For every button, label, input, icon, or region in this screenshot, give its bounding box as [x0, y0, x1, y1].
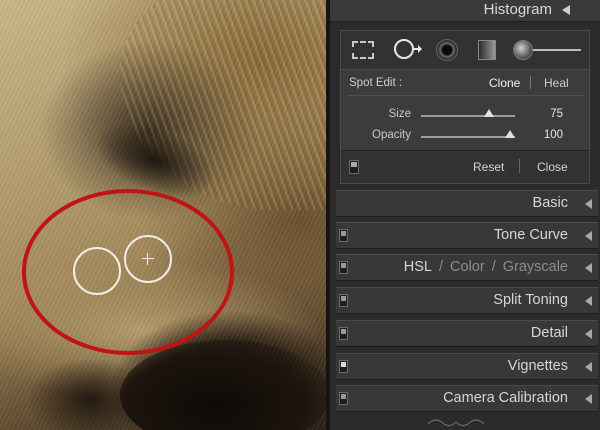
mode-divider [530, 76, 531, 89]
heal-mode-button[interactable]: Heal [544, 76, 569, 90]
tool-strip [341, 31, 589, 69]
close-button[interactable]: Close [537, 160, 568, 174]
histogram-header[interactable]: Histogram [330, 0, 600, 22]
photo-canvas[interactable] [0, 0, 326, 430]
section-toggle-switch[interactable] [339, 261, 348, 274]
section-toggle-switch[interactable] [339, 392, 348, 405]
grayscale-tab[interactable]: Grayscale [503, 259, 568, 275]
collapse-triangle-icon[interactable] [585, 329, 592, 339]
section-basic[interactable]: Basic [336, 190, 598, 217]
size-slider-thumb[interactable] [483, 109, 494, 117]
collapse-triangle-icon[interactable] [585, 199, 592, 209]
section-toggle-switch[interactable] [339, 229, 348, 242]
size-value[interactable]: 75 [537, 108, 563, 120]
adjustment-brush-icon[interactable] [511, 37, 583, 63]
spot-removal-icon[interactable] [391, 37, 422, 63]
color-tab[interactable]: Color [450, 259, 485, 275]
section-toggle-switch[interactable] [339, 294, 348, 307]
collapse-triangle-icon[interactable] [585, 263, 592, 273]
tab-separator: / [491, 259, 496, 275]
opacity-slider-thumb[interactable] [505, 130, 516, 138]
collapse-triangle-icon[interactable] [562, 5, 570, 15]
section-title: Detail [530, 325, 568, 341]
size-label: Size [388, 108, 411, 120]
red-eye-icon[interactable] [433, 37, 461, 63]
crosshair-cursor-icon [142, 253, 154, 265]
spot-edit-options: Spot Edit : Clone Heal Size 75 Opacity 1… [341, 69, 589, 151]
collapse-triangle-icon[interactable] [585, 362, 592, 372]
section-toggle-switch[interactable] [339, 360, 348, 373]
panel-end-ornament-icon [426, 416, 486, 428]
section-title: Camera Calibration [443, 390, 568, 406]
section-camera-calibration[interactable]: Camera Calibration [336, 385, 598, 412]
section-title: HSL / Color / Grayscale [404, 259, 568, 275]
clone-mode-button[interactable]: Clone [489, 76, 520, 90]
section-toggle-switch[interactable] [339, 327, 348, 340]
spot-edit-label: Spot Edit : [349, 77, 403, 89]
tool-toggle-switch[interactable] [349, 160, 359, 174]
collapse-triangle-icon[interactable] [585, 296, 592, 306]
histogram-title: Histogram [483, 1, 552, 18]
collapse-triangle-icon[interactable] [585, 394, 592, 404]
reset-button[interactable]: Reset [473, 160, 504, 174]
section-title: Basic [532, 195, 568, 211]
collapse-triangle-icon[interactable] [585, 231, 592, 241]
develop-right-panel: Histogram Spot Edit : Clone Heal Size 75… [326, 0, 600, 430]
section-detail[interactable]: Detail [336, 320, 598, 347]
size-slider[interactable] [421, 109, 515, 117]
opacity-label: Opacity [372, 129, 411, 141]
footer-divider [519, 159, 520, 173]
opacity-slider[interactable] [421, 130, 516, 138]
section-split-toning[interactable]: Split Toning [336, 287, 598, 314]
tab-separator: / [439, 259, 444, 275]
section-title: Vignettes [507, 358, 568, 374]
section-title: Tone Curve [493, 227, 568, 243]
section-tone-curve[interactable]: Tone Curve [336, 222, 598, 249]
hsl-tab[interactable]: HSL [404, 259, 432, 275]
section-hsl-color-grayscale[interactable]: HSL / Color / Grayscale [336, 254, 598, 281]
divider [347, 95, 583, 96]
graduated-filter-icon[interactable] [473, 37, 501, 63]
spot-removal-panel: Spot Edit : Clone Heal Size 75 Opacity 1… [340, 30, 590, 184]
spot-source-circle[interactable] [73, 247, 121, 295]
opacity-value[interactable]: 100 [537, 129, 563, 141]
tool-footer: Reset Close [341, 151, 589, 183]
section-vignettes[interactable]: Vignettes [336, 353, 598, 380]
crop-icon[interactable] [349, 37, 377, 63]
section-title: Split Toning [493, 292, 568, 308]
